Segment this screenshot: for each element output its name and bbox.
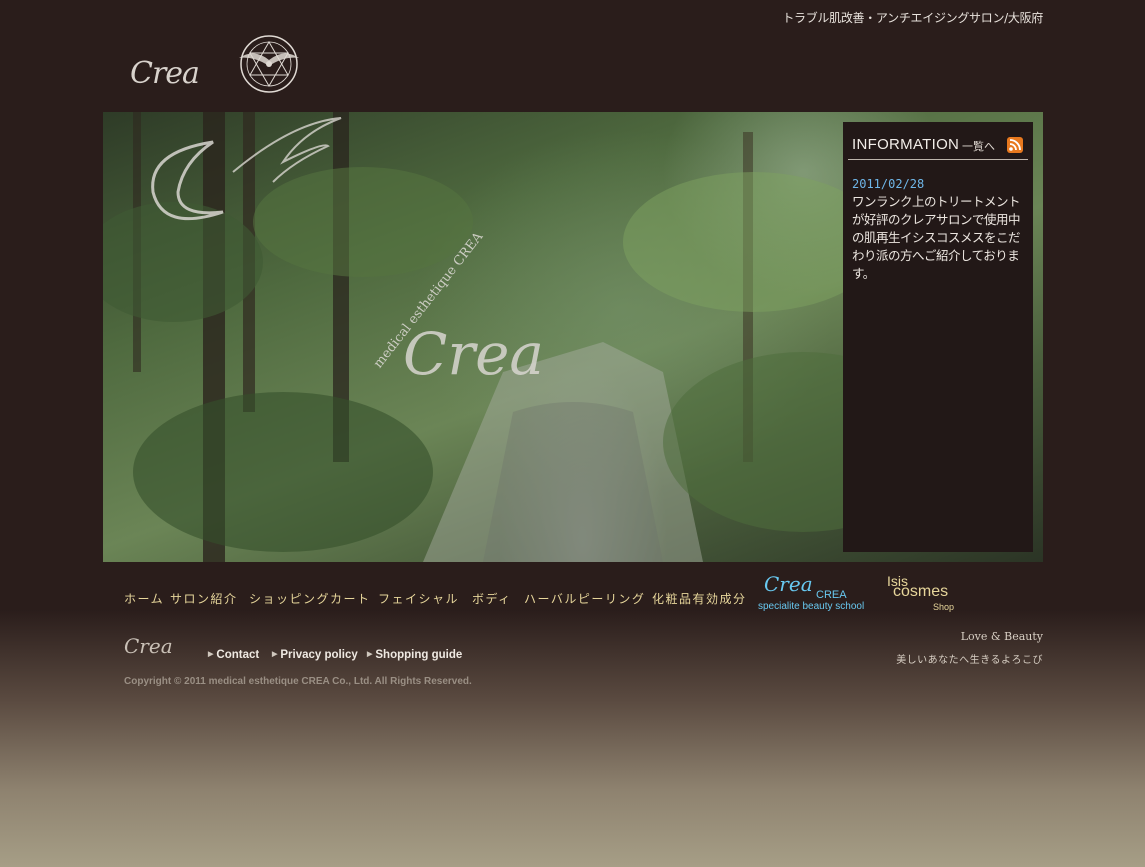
isis-line3: Shop bbox=[933, 602, 955, 612]
school-name: CREA bbox=[816, 589, 847, 601]
rss-icon[interactable] bbox=[1007, 137, 1023, 153]
triangle-right-icon: ▶ bbox=[367, 651, 373, 658]
information-divider bbox=[848, 159, 1028, 160]
school-subtitle: specialite beauty school bbox=[758, 601, 865, 612]
nav-item-ingredients[interactable]: 化粧品有効成分 bbox=[652, 590, 747, 607]
triangle-right-icon: ▶ bbox=[208, 651, 214, 658]
nav-item-body[interactable]: ボディ bbox=[472, 590, 512, 607]
footer-link-contact-label: Contact bbox=[216, 649, 260, 661]
footer-link-privacy-label: Privacy policy bbox=[280, 649, 358, 661]
school-logo: Crea bbox=[764, 572, 813, 596]
footer-slogan: Love & Beauty bbox=[960, 630, 1043, 643]
footer-link-contact[interactable]: ▶ Contact bbox=[208, 649, 259, 661]
isis-line2: cosmes bbox=[893, 583, 949, 600]
emblem-icon bbox=[239, 35, 299, 93]
hero-logo bbox=[151, 117, 342, 221]
footer-slogan-sub: 美しいあなたへ生きるよろこび bbox=[896, 655, 1043, 666]
copyright: Copyright © 2011 medical esthetique CREA… bbox=[124, 676, 472, 687]
footer-link-shopping-guide-label: Shopping guide bbox=[375, 649, 463, 661]
beauty-school-banner[interactable]: Crea CREA specialite beauty school bbox=[758, 572, 873, 614]
nav-item-herbal-peeling[interactable]: ハーバルピーリング bbox=[524, 590, 645, 607]
site-logo-text: Crea bbox=[130, 56, 200, 91]
footer-link-privacy[interactable]: ▶ Privacy policy bbox=[272, 649, 358, 661]
footer-link-shopping-guide[interactable]: ▶ Shopping guide bbox=[367, 649, 462, 661]
information-list-link[interactable]: 一覧へ bbox=[962, 138, 995, 154]
nav-item-home[interactable]: ホーム bbox=[124, 590, 164, 607]
nav-item-shopping-cart[interactable]: ショッピングカート bbox=[249, 590, 371, 607]
footer-logo[interactable]: Crea bbox=[124, 634, 173, 658]
triangle-right-icon: ▶ bbox=[272, 651, 278, 658]
nav-item-salon[interactable]: サロン紹介 bbox=[170, 590, 238, 607]
nav-item-facial[interactable]: フェイシャル bbox=[378, 590, 459, 607]
site-logo[interactable]: Crea bbox=[128, 35, 308, 98]
header-tagline: トラブル肌改善・アンチエイジングサロン/大阪府 bbox=[782, 11, 1043, 25]
news-date: 2011/02/28 bbox=[852, 177, 925, 191]
isis-cosmes-shop-banner[interactable]: Isis cosmes Shop bbox=[885, 573, 975, 615]
information-panel: INFORMATION 一覧へ 2011/02/28 ワンランク上のトリートメン… bbox=[843, 122, 1033, 552]
news-body[interactable]: ワンランク上のトリートメントが好評のクレアサロンで使用中の肌再生イシスコスメスを… bbox=[852, 193, 1021, 283]
hero-logo-main: Crea bbox=[403, 320, 545, 388]
information-title: INFORMATION bbox=[852, 136, 960, 153]
